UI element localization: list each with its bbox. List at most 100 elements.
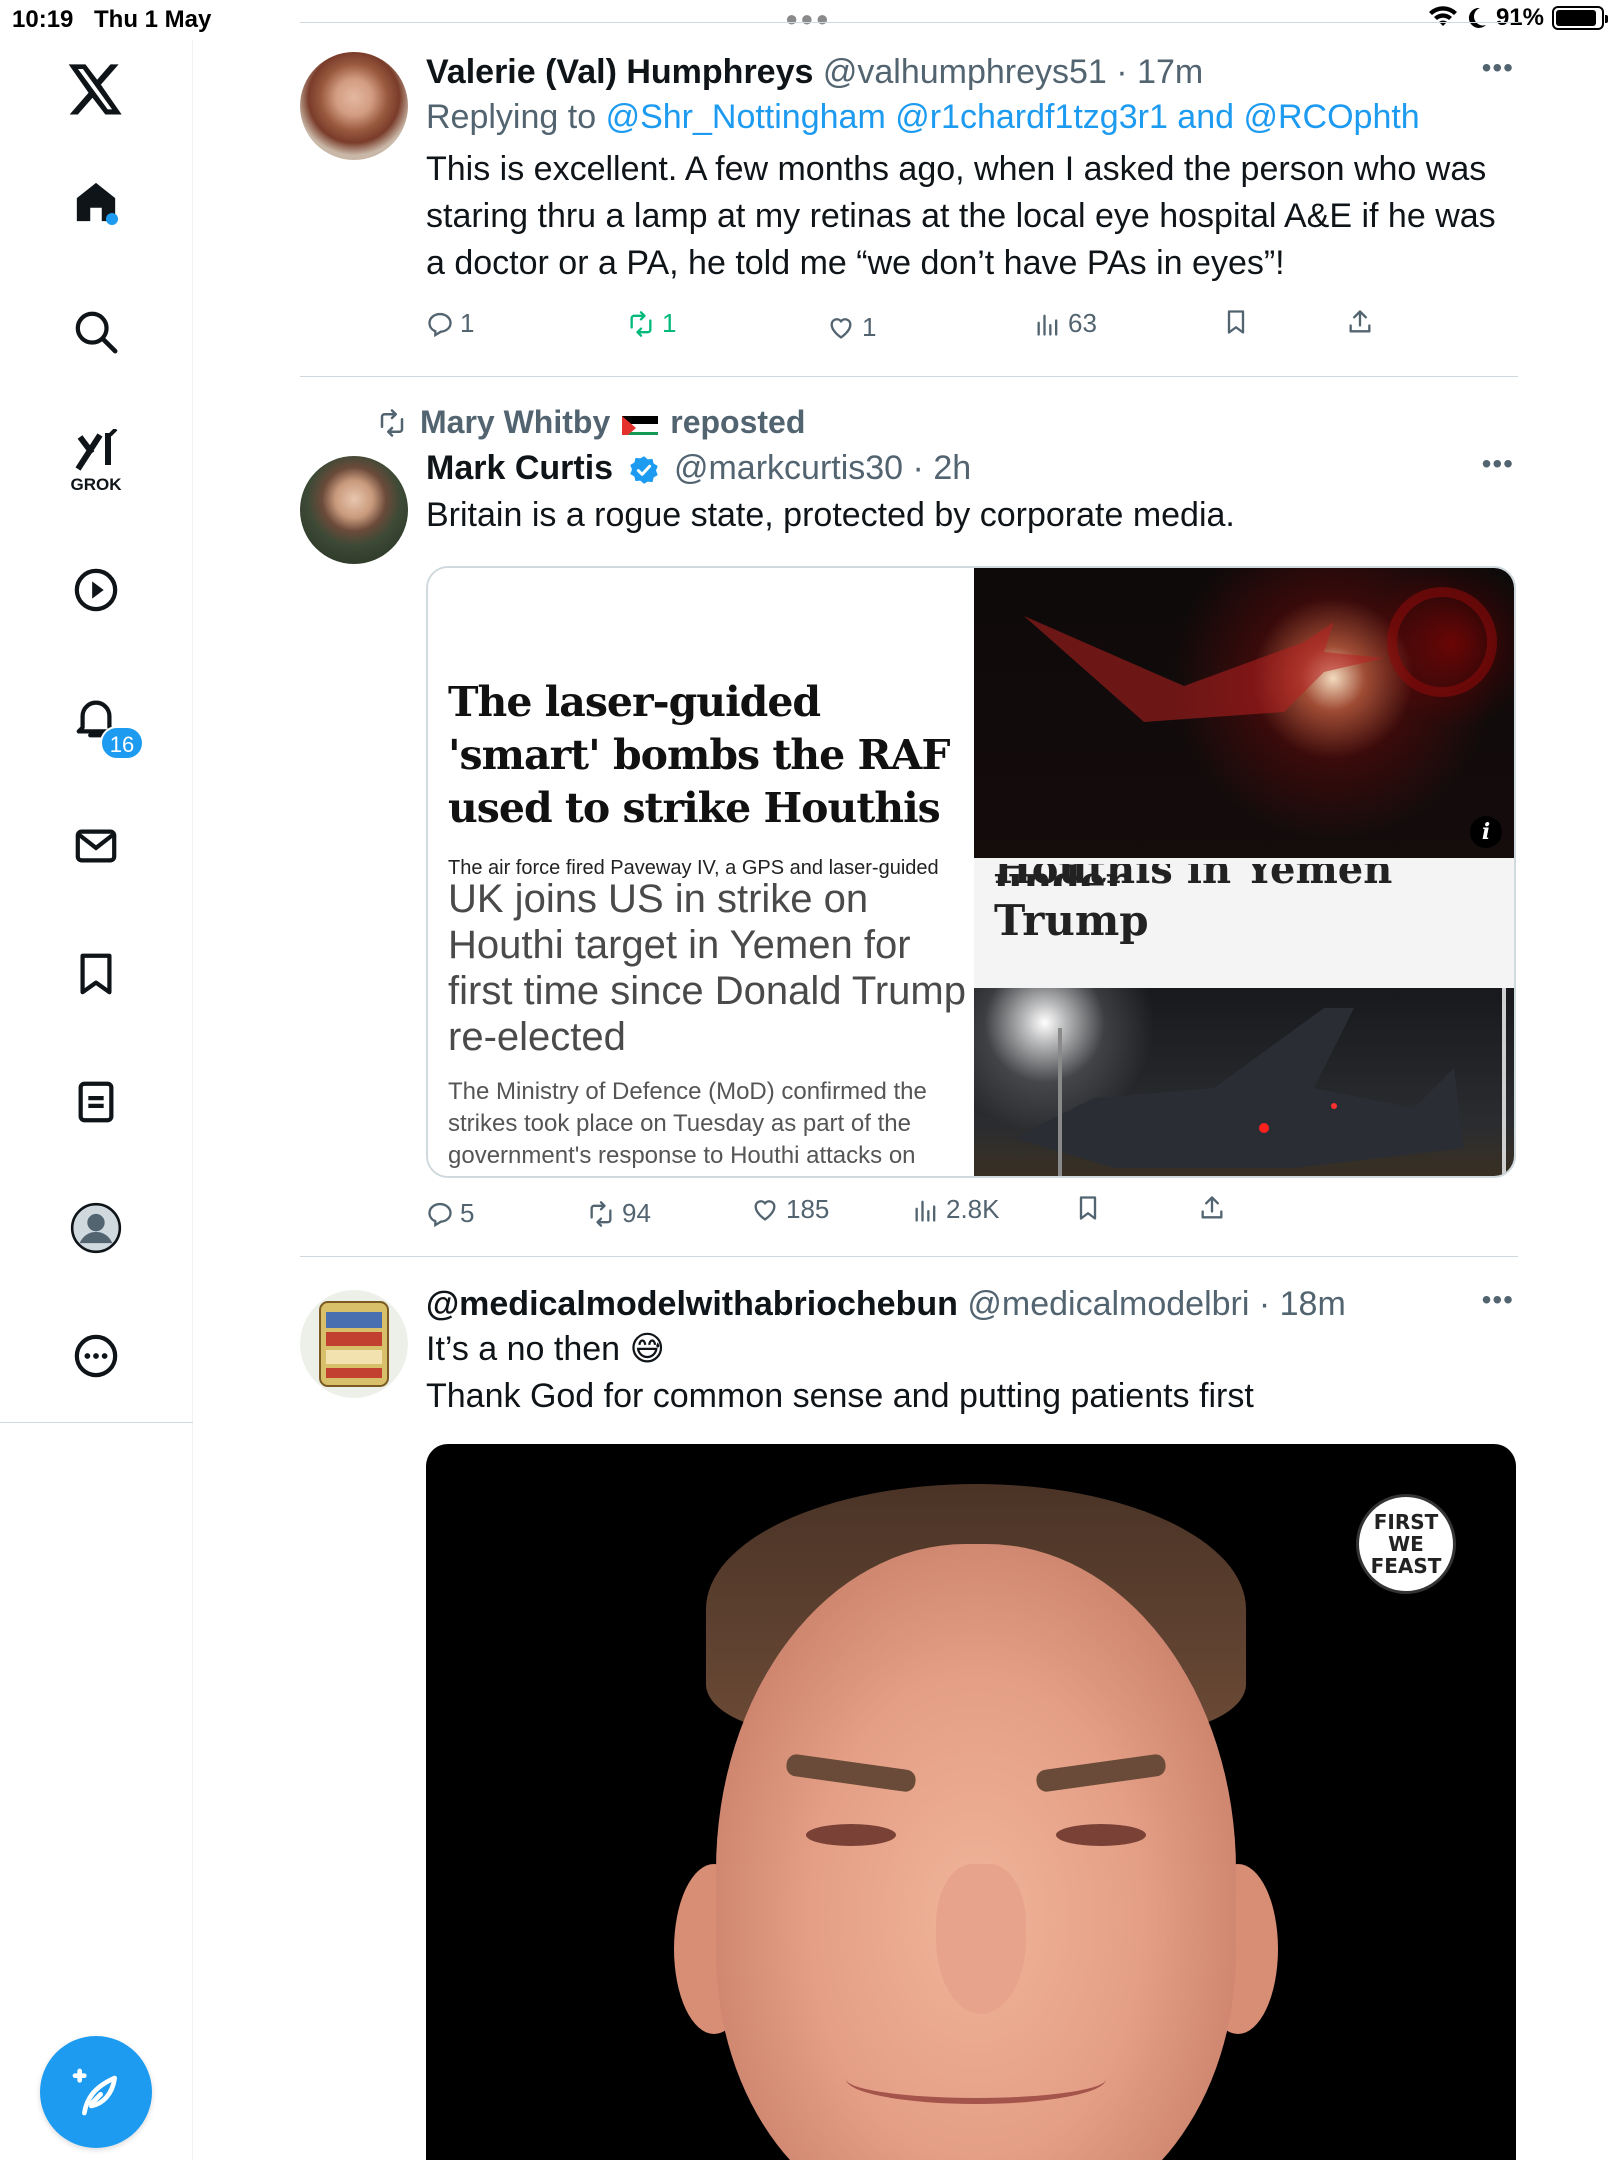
bookmark-icon [1227, 310, 1245, 334]
share-icon [1201, 1196, 1223, 1219]
more-options-icon[interactable]: ••• [1482, 1284, 1514, 1316]
author-name[interactable]: @medicalmodelwithabriochebun [426, 1285, 958, 1323]
article-headline-uk: UK joins US in strike on Houthi target i… [448, 877, 966, 1059]
compose-button[interactable] [40, 2036, 152, 2148]
gmc-logo-avatar [300, 1290, 408, 1398]
battery-icon [1552, 6, 1608, 30]
tweet-actions: 5 94 185 2.8K [426, 1194, 1426, 1238]
first-we-feast-logo: FIRST WE FEAST [1356, 1494, 1456, 1594]
tweet-3[interactable]: @medicalmodelwithabriochebun @medicalmod… [300, 1282, 1518, 2160]
repost-icon [630, 310, 652, 337]
repost-icon [380, 408, 404, 437]
reply-button[interactable]: 5 [426, 1198, 474, 1229]
views-count: 63 [1068, 308, 1097, 338]
grok-label: GROK [70, 475, 122, 494]
reply-icon [428, 312, 452, 337]
author-handle[interactable]: @valhumphreys51 [823, 53, 1107, 91]
author-handle[interactable]: @markcurtis30 [674, 449, 903, 487]
views-count: 2.8K [946, 1194, 1000, 1224]
repost-button[interactable]: 1 [626, 308, 676, 339]
info-icon[interactable]: i [1470, 816, 1502, 848]
repost-button[interactable]: 94 [586, 1198, 651, 1229]
bookmark-button[interactable] [1222, 308, 1250, 336]
views-icon [1037, 314, 1058, 336]
tweet-1[interactable]: Valerie (Val) Humphreys @valhumphreys51 … [300, 50, 1518, 376]
video-play-icon [74, 568, 118, 612]
reply-button[interactable]: 1 [426, 308, 474, 339]
nav-bookmarks[interactable] [60, 938, 132, 1010]
more-options-icon[interactable]: ••• [1482, 448, 1514, 480]
author-name[interactable]: Valerie (Val) Humphreys [426, 53, 813, 91]
trump-headline-strip: Houthis in Yemen under Trump [974, 858, 1514, 988]
author-name[interactable]: Mark Curtis [426, 449, 613, 487]
reposter-name[interactable]: Mary Whitby [420, 404, 610, 441]
nav-profile[interactable] [60, 1192, 132, 1264]
feed-top-divider [300, 22, 1518, 23]
bookmark-icon [1079, 1196, 1097, 1220]
like-count: 185 [786, 1194, 830, 1224]
jet-night-image: i [974, 568, 1514, 858]
nav-lists[interactable] [60, 1066, 132, 1138]
more-circle-icon [74, 1334, 118, 1378]
nav-search[interactable] [60, 296, 132, 368]
cut-headline-line: Houthis in Yemen under [994, 864, 1504, 886]
reply-count: 5 [460, 1198, 475, 1228]
article-images-right: i Houthis in Yemen under Trump [974, 568, 1514, 1176]
jet-runway-image [974, 988, 1514, 1176]
tweet-body: Mark Curtis @markcurtis30 · 2h Britain i… [426, 446, 1516, 539]
sidebar-divider [0, 1422, 193, 1423]
fighter-jet-silhouette-icon [1024, 587, 1497, 722]
article-headline-laser: The laser-guided 'smart' bombs the RAF u… [448, 678, 950, 832]
gif-person-mouth [846, 2054, 1106, 2104]
repost-count: 1 [662, 308, 677, 338]
compose-plus-feather-icon [72, 2068, 117, 2116]
repost-context: Mary Whitby reposted [376, 404, 805, 441]
tweet-text: This is excellent. A few months ago, whe… [426, 150, 1506, 282]
replying-mentions[interactable]: @Shr_Nottingham @r1chardf1tzg3r1 and @RC… [606, 98, 1420, 136]
lists-icon [78, 1081, 114, 1123]
nav-video[interactable] [60, 554, 132, 626]
tweet-2[interactable]: Mary Whitby reposted Mark Curtis @markcu… [300, 400, 1518, 1256]
avatar[interactable] [300, 52, 408, 160]
tweet-header: @medicalmodelwithabriochebun @medicalmod… [426, 1282, 1516, 1326]
tweet-header: Valerie (Val) Humphreys @valhumphreys51 … [426, 50, 1516, 94]
trump-headline-word: Trump [994, 896, 1149, 945]
tweet-time[interactable]: 18m [1280, 1285, 1346, 1323]
like-button[interactable]: 1 [826, 312, 876, 343]
avatar[interactable] [300, 456, 408, 564]
media-gif[interactable]: FIRST WE FEAST [426, 1444, 1516, 2160]
header-dot: · [1249, 1285, 1280, 1323]
tweet-time[interactable]: 17m [1137, 53, 1203, 91]
views-icon [915, 1200, 936, 1222]
palestine-flag-icon [622, 411, 659, 435]
author-handle[interactable]: @medicalmodelbri [967, 1285, 1249, 1323]
article-subhead-laser: The air force fired Paveway IV, a GPS an… [448, 857, 939, 878]
nav-home[interactable] [60, 166, 132, 238]
replying-label: Replying to [426, 98, 597, 136]
tweet-time[interactable]: 2h [933, 449, 971, 487]
search-icon [75, 311, 118, 354]
nav-grok[interactable]: GROK [60, 426, 132, 498]
bookmark-icon [80, 953, 112, 995]
more-options-icon[interactable]: ••• [1482, 52, 1514, 84]
mail-icon [75, 829, 117, 863]
like-button[interactable]: 185 [750, 1194, 829, 1225]
gif-person-eye [1056, 1824, 1146, 1846]
bookmark-button[interactable] [1074, 1194, 1102, 1222]
x-logo-icon[interactable] [60, 54, 132, 126]
nav-messages[interactable] [60, 810, 132, 882]
like-count: 1 [862, 312, 877, 342]
tweet-text: Britain is a rogue state, protected by c… [426, 496, 1235, 534]
tweet-body: Valerie (Val) Humphreys @valhumphreys51 … [426, 50, 1516, 287]
avatar[interactable] [300, 1290, 408, 1398]
share-button[interactable] [1346, 308, 1374, 336]
repost-label: reposted [670, 404, 806, 440]
heart-icon [754, 1199, 776, 1221]
views-button[interactable]: 2.8K [912, 1194, 1000, 1225]
views-button[interactable]: 63 [1034, 308, 1097, 339]
sidebar-nav: GROK 16 [0, 40, 193, 2160]
link-card-collage[interactable]: The laser-guided 'smart' bombs the RAF u… [426, 566, 1516, 1178]
header-dot: · [1106, 53, 1138, 91]
share-button[interactable] [1198, 1194, 1226, 1222]
nav-more[interactable] [60, 1320, 132, 1392]
